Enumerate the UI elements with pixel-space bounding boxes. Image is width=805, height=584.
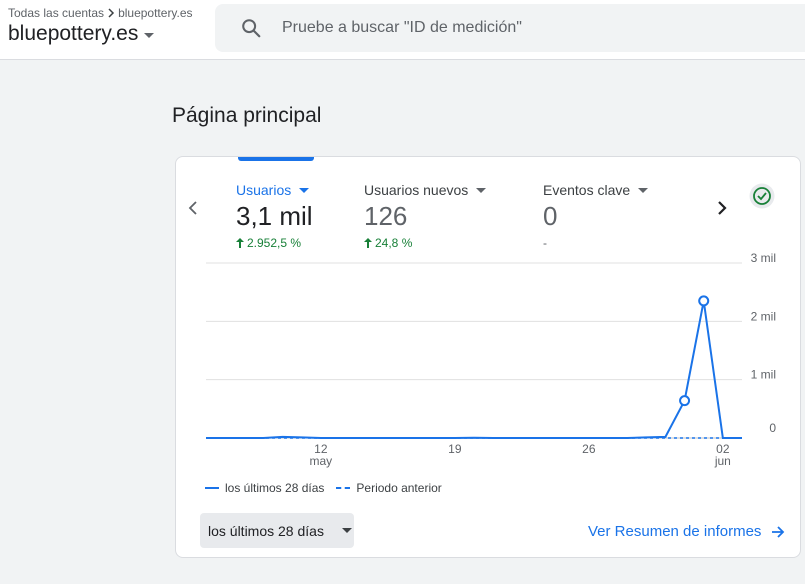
- account-selector[interactable]: Todas las cuentas bluepottery.es bluepot…: [8, 6, 193, 46]
- data-point: [679, 395, 691, 407]
- y-tick-label: 3 mil: [751, 251, 776, 265]
- breadcrumb-root[interactable]: Todas las cuentas: [8, 6, 104, 20]
- legend-current: los últimos 28 días: [225, 481, 325, 495]
- users-line-chart: 3 mil2 mil1 mil012may19 26 02jun: [206, 251, 776, 468]
- top-bar: Todas las cuentas bluepottery.es bluepot…: [0, 0, 805, 60]
- y-tick-label: 1 mil: [751, 368, 776, 382]
- view-reports-label: Ver Resumen de informes: [588, 523, 762, 540]
- breadcrumb: Todas las cuentas bluepottery.es: [8, 6, 193, 20]
- overview-card: Usuarios 3,1 mil 2.952,5 % Usuarios nuev…: [175, 156, 801, 558]
- x-tick-label: 26: [582, 442, 596, 456]
- legend-swatch-previous: [336, 487, 351, 489]
- x-tick-label: 19: [448, 442, 462, 456]
- search-bar[interactable]: Pruebe a buscar "ID de medición": [215, 4, 805, 52]
- chevron-right-icon: [108, 8, 115, 18]
- search-icon: [242, 19, 261, 38]
- x-tick-month-label: jun: [714, 454, 731, 468]
- y-tick-label: 0: [769, 421, 776, 435]
- property-name: bluepottery.es: [8, 22, 139, 45]
- legend-swatch-current: [205, 487, 219, 489]
- view-reports-link[interactable]: Ver Resumen de informes: [588, 523, 785, 540]
- arrow-right-icon: [772, 525, 785, 538]
- y-tick-label: 2 mil: [751, 309, 776, 323]
- caret-down-icon: [341, 528, 352, 533]
- caret-down-icon: [144, 33, 155, 38]
- chart-legend: los últimos 28 días Periodo anterior: [205, 481, 442, 495]
- breadcrumb-account[interactable]: bluepottery.es: [118, 6, 193, 20]
- legend-previous: Periodo anterior: [356, 481, 442, 495]
- property-selector[interactable]: bluepottery.es: [8, 22, 193, 46]
- page-title: Página principal: [172, 104, 322, 127]
- search-input[interactable]: Pruebe a buscar "ID de medición": [282, 19, 522, 37]
- date-range-dropdown[interactable]: los últimos 28 días: [200, 513, 354, 548]
- data-point: [698, 295, 710, 307]
- x-tick-month-label: may: [310, 454, 333, 468]
- date-range-label: los últimos 28 días: [208, 522, 324, 539]
